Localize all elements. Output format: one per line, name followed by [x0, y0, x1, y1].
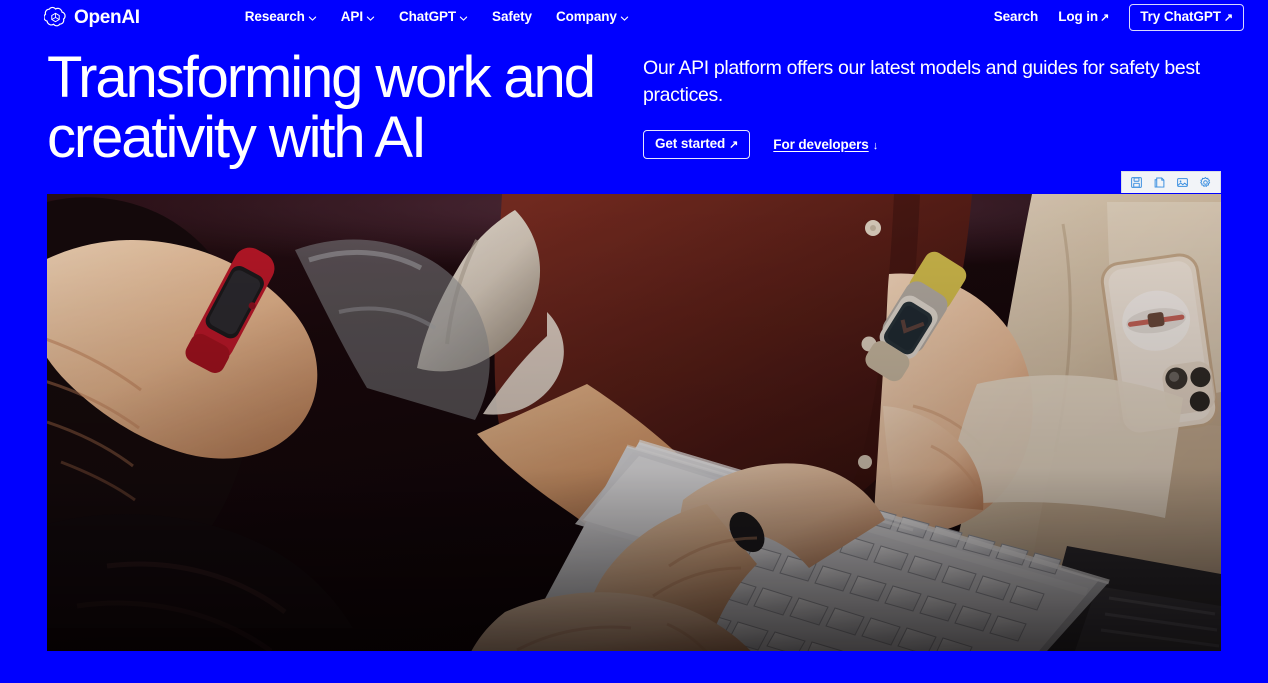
- save-disk-icon: [1130, 176, 1143, 189]
- try-chatgpt-label: Try ChatGPT: [1140, 8, 1221, 24]
- get-started-label: Get started: [655, 136, 726, 152]
- nav-item-company[interactable]: Company: [556, 10, 629, 24]
- site-header: OpenAI Research API ChatGPT Safety Compa…: [0, 0, 1268, 34]
- hero-photo: [47, 193, 1221, 651]
- hero-subhead: Our API platform offers our latest model…: [643, 57, 1200, 106]
- openai-blossom-logo-icon: [43, 6, 67, 29]
- arrow-down-icon: ↓: [872, 139, 879, 152]
- nav-item-label: API: [340, 9, 363, 25]
- login-label: Log in: [1058, 9, 1099, 24]
- for-developers-label: For developers: [773, 136, 869, 152]
- page-title: Transforming work and creativity with AI: [47, 45, 596, 171]
- arrow-up-right-icon: ↗: [729, 139, 739, 152]
- nav-item-api[interactable]: API: [341, 10, 375, 24]
- image-toolbar: [1121, 170, 1221, 193]
- image-icon: [1176, 176, 1189, 189]
- nav-item-label: Company: [555, 9, 617, 25]
- hero-copy-column: Our API platform offers our latest model…: [643, 48, 1209, 160]
- search-label: Search: [993, 9, 1039, 25]
- nav-item-chatgpt[interactable]: ChatGPT: [399, 10, 468, 24]
- login-link[interactable]: Log in ↗: [1058, 10, 1109, 24]
- try-chatgpt-button[interactable]: Try ChatGPT ↗: [1129, 3, 1244, 31]
- get-started-button[interactable]: Get started ↗: [643, 130, 751, 160]
- primary-nav: Research API ChatGPT Safety Company: [245, 10, 629, 24]
- gear-icon: [1199, 176, 1212, 189]
- image-icon-button[interactable]: [1171, 173, 1194, 191]
- nav-item-safety[interactable]: Safety: [492, 10, 532, 24]
- save-disk-icon-button[interactable]: [1125, 173, 1148, 191]
- chevron-down-icon: [308, 14, 317, 23]
- hero-section: Transforming work and creativity with AI…: [0, 34, 1268, 169]
- arrow-up-right-icon: ↗: [1100, 12, 1110, 24]
- brand-name: OpenAI: [74, 6, 140, 28]
- nav-item-label: Research: [244, 9, 305, 25]
- nav-item-label: Safety: [492, 9, 532, 25]
- hero-headline-column: Transforming work and creativity with AI: [47, 45, 643, 171]
- header-actions: Search Log in ↗ Try ChatGPT ↗: [993, 3, 1244, 31]
- for-developers-link[interactable]: For developers ↓: [773, 138, 878, 152]
- nav-item-label: ChatGPT: [398, 9, 457, 25]
- copy-icon: [1153, 176, 1166, 189]
- hero-media: [47, 170, 1221, 651]
- chevron-down-icon: [620, 14, 629, 23]
- gear-icon-button[interactable]: [1194, 173, 1217, 191]
- arrow-up-right-icon: ↗: [1223, 11, 1233, 24]
- search-button[interactable]: Search: [993, 9, 1039, 25]
- chevron-down-icon: [459, 14, 468, 23]
- copy-icon-button[interactable]: [1148, 173, 1171, 191]
- chevron-down-icon: [366, 14, 375, 23]
- brand-logo-link[interactable]: OpenAI: [43, 6, 140, 29]
- nav-item-research[interactable]: Research: [245, 10, 317, 24]
- hero-cta-row: Get started ↗ For developers ↓: [643, 130, 1209, 160]
